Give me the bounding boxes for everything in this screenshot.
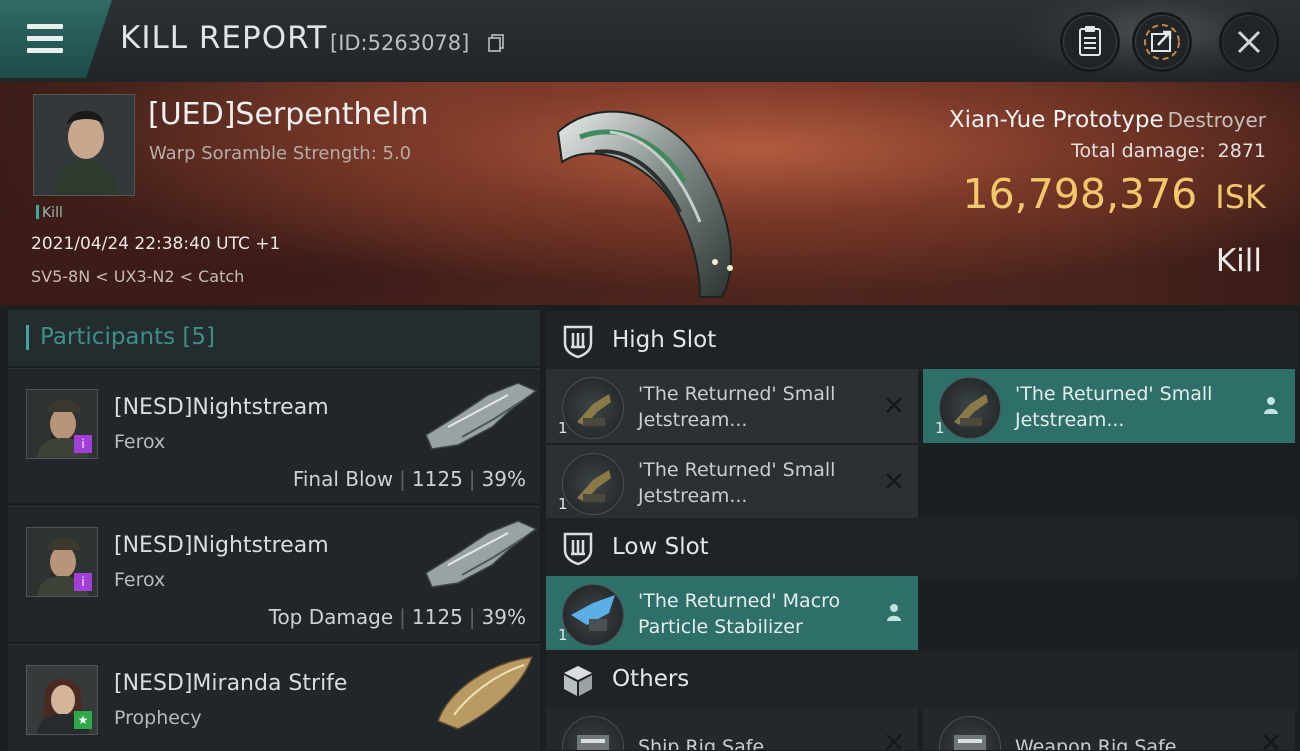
others-title: Others: [612, 666, 690, 692]
others-section: Others: [546, 650, 1298, 710]
participant-role: Top Damage: [268, 605, 394, 629]
low-slot-icon: [563, 532, 593, 566]
participant-row[interactable]: i [NESD]Nightstream Ferox Final Blow | 112…: [8, 368, 540, 503]
participant-percent: 39%: [481, 605, 526, 629]
module-name: 'The Returned' Macro Particle Stabilizer: [638, 590, 841, 638]
victim-subtitle: Warp Soramble Strength: 5.0: [149, 143, 412, 164]
cargo-box-icon: [564, 666, 592, 696]
module-item[interactable]: 1 'The Returned' Small Jetstream...: [546, 445, 918, 519]
module-name: 'The Returned' Small Jetstream...: [1015, 383, 1213, 431]
low-slot-section: Low Slot: [546, 518, 1298, 578]
copy-icon[interactable]: [488, 34, 504, 52]
ship-class: Destroyer: [1167, 108, 1266, 132]
total-damage-label: Total damage:: [1071, 140, 1206, 162]
participant-role: Final Blow: [292, 467, 394, 491]
module-item[interactable]: 1 'The Returned' Small Jetstream...: [546, 369, 918, 443]
kill-result: Kill: [1215, 243, 1262, 279]
participant-badge: i: [74, 573, 92, 591]
destroyed-x-icon: [886, 734, 902, 750]
victim-ship-type: Xian-Yue Prototype Destroyer: [760, 107, 1266, 133]
module-quantity: 1: [558, 495, 568, 513]
close-button[interactable]: [1222, 15, 1276, 69]
participant-stats: Final Blow | 1125 | 39%: [293, 467, 526, 491]
participant-name[interactable]: [NESD]Nightstream: [114, 395, 329, 420]
participants-title: Participants [5]: [40, 324, 215, 350]
isk-value: 16,798,376: [962, 170, 1198, 218]
module-name: 'The Returned' Small Jetstream...: [638, 383, 836, 431]
high-slot-title: High Slot: [612, 327, 717, 353]
participant-name[interactable]: [NESD]Nightstream: [114, 533, 329, 558]
participants-accent: [26, 325, 29, 350]
victim-avatar-image[interactable]: [33, 94, 135, 196]
kill-location: SV5-8N < UX3-N2 < Catch: [31, 267, 245, 286]
participant-ship-image: [425, 520, 538, 588]
participant-damage: 1125: [411, 605, 463, 629]
participant-row[interactable]: ★ [NESD]Miranda Strife Prophecy: [8, 644, 540, 751]
clipboard-icon: [1079, 26, 1101, 56]
share-icon: [1144, 24, 1180, 60]
module-name: 'The Returned' Small Jetstream...: [638, 459, 836, 507]
kill-id: [ID:5263078]: [330, 31, 470, 55]
participant-row[interactable]: i [NESD]Nightstream Ferox Top Damage | 112…: [8, 506, 540, 641]
module-quantity: 1: [558, 626, 568, 644]
dropped-person-icon: [887, 604, 901, 621]
kill-tag-marker: [36, 205, 39, 219]
stat-separator: |: [399, 605, 406, 629]
participant-percent: 39%: [481, 467, 526, 491]
participant-ship-image: [437, 656, 534, 730]
header-ship-decoration: [1010, 0, 1250, 80]
high-slot-section: High Slot: [546, 311, 1298, 371]
module-item[interactable]: Weapon Rig Safe: [923, 708, 1295, 750]
rig-module-icon: [562, 716, 624, 750]
clipboard-button[interactable]: [1063, 15, 1117, 69]
destroyed-x-icon: [886, 473, 902, 489]
victim-name[interactable]: [UED]Serpenthelm: [148, 97, 429, 132]
destroyed-x-icon: [1263, 734, 1279, 750]
portrait-image: [34, 95, 134, 195]
total-damage: Total damage: 2871: [760, 140, 1266, 162]
participant-badge: i: [74, 435, 92, 453]
participant-name[interactable]: [NESD]Miranda Strife: [114, 671, 347, 696]
isk-value-line: 16,798,376 ISK: [700, 170, 1266, 218]
participant-ship-image: [425, 382, 538, 450]
kill-timestamp: 2021/04/24 22:38:40 UTC +1: [31, 234, 281, 254]
participant-damage: 1125: [411, 467, 463, 491]
stabilizer-module-icon: [562, 584, 624, 646]
participant-ship: Ferox: [114, 431, 166, 453]
kill-tag: Kill: [36, 205, 63, 221]
participants-header: Participants [5]: [8, 310, 540, 366]
stat-separator: |: [468, 467, 476, 491]
module-item[interactable]: 1 'The Returned' Small Jetstream...: [923, 369, 1295, 443]
participant-stats: Top Damage | 1125 | 39%: [269, 605, 526, 629]
menu-button[interactable]: [0, 0, 112, 78]
high-slot-icon: [563, 325, 593, 359]
page-title: KILL REPORT: [120, 20, 328, 56]
module-name: Weapon Rig Safe: [1015, 736, 1177, 750]
module-quantity: 1: [935, 419, 945, 437]
module-item[interactable]: Ship Rig Safe: [546, 708, 918, 750]
stat-separator: |: [468, 605, 476, 629]
low-slot-title: Low Slot: [612, 534, 709, 560]
participant-ship: Prophecy: [114, 707, 202, 729]
module-name: Ship Rig Safe: [638, 736, 765, 750]
participant-ship: Ferox: [114, 569, 166, 591]
rig-module-icon: [939, 716, 1001, 750]
module-quantity: 1: [558, 419, 568, 437]
share-button[interactable]: [1135, 15, 1189, 69]
participant-badge: ★: [74, 711, 92, 729]
total-damage-value: 2871: [1217, 140, 1266, 162]
isk-unit: ISK: [1215, 178, 1266, 216]
destroyed-x-icon: [886, 397, 902, 413]
close-icon: [1237, 30, 1261, 54]
ship-name: Xian-Yue Prototype: [948, 107, 1164, 133]
module-item[interactable]: 1 'The Returned' Macro Particle Stabiliz…: [546, 576, 918, 650]
dropped-person-icon: [1264, 397, 1278, 414]
kill-tag-label: Kill: [42, 205, 63, 221]
top-bar: KILL REPORT [ID:5263078]: [0, 0, 1300, 83]
stat-separator: |: [399, 467, 406, 491]
launcher-module-icon: [562, 377, 624, 439]
launcher-module-icon: [939, 377, 1001, 439]
launcher-module-icon: [562, 453, 624, 515]
